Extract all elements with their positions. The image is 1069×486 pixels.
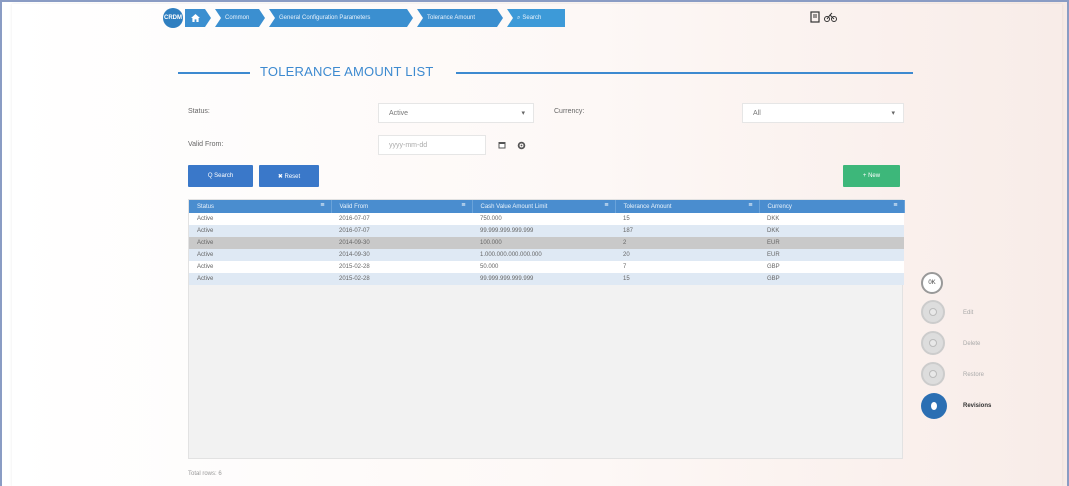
new-button[interactable]: + New [843, 165, 900, 187]
cell-tolerance: 15 [615, 213, 759, 225]
step-restore-label: Restore [963, 372, 985, 378]
title-divider-left [178, 72, 250, 74]
circle-icon [929, 339, 937, 347]
cell-limit: 750.000 [472, 213, 615, 225]
reset-button[interactable]: ✖ Reset [259, 165, 319, 187]
currency-select[interactable]: All ▾ [742, 103, 904, 123]
cell-status: Active [189, 237, 331, 249]
logo-badge[interactable]: CRDM [163, 8, 183, 28]
title-divider-right [456, 72, 913, 74]
step-edit-label: Edit [963, 310, 974, 316]
document-icon[interactable] [810, 11, 821, 23]
cell-currency: DKK [759, 213, 904, 225]
table-row[interactable]: Active 2016-07-07 99.999.999.999.999 187… [189, 225, 904, 237]
sort-icon[interactable]: ≡ [320, 202, 324, 209]
step-delete-label: Delete [963, 341, 981, 347]
calendar-icon[interactable] [495, 138, 509, 152]
cell-currency: EUR [759, 237, 904, 249]
cell-status: Active [189, 213, 331, 225]
circle-icon [929, 308, 937, 316]
table-header-row: Status ≡ Valid From ≡ Cash Value Amount Li… [189, 200, 905, 213]
chevron-down-icon: ▾ [521, 110, 525, 117]
results-table-container: Status ≡ Valid From ≡ Cash Value Amount Li… [188, 199, 905, 459]
status-label: Status: [188, 108, 210, 115]
valid-from-label: Valid From: [188, 141, 224, 148]
total-rows-text: Total rows: 6 [188, 471, 222, 477]
currency-label: Currency: [554, 108, 585, 115]
step-restore-button[interactable] [921, 362, 945, 386]
sort-icon[interactable]: ≡ [893, 202, 897, 209]
column-header-valid-from[interactable]: Valid From ≡ [331, 200, 473, 213]
breadcrumb-common[interactable]: Common [215, 9, 265, 27]
cell-tolerance: 7 [615, 261, 759, 273]
valid-from-input[interactable]: yyyy-mm-dd [378, 135, 486, 155]
cell-status: Active [189, 225, 331, 237]
cell-valid-from: 2014-09-30 [331, 237, 472, 249]
cell-currency: GBP [759, 261, 904, 273]
table-row[interactable]: Active 2015-02-28 50.000 7 GBP [189, 261, 904, 273]
cell-limit: 100.000 [472, 237, 615, 249]
cell-status: Active [189, 261, 331, 273]
cell-currency: DKK [759, 225, 904, 237]
cell-tolerance: 187 [615, 225, 759, 237]
breadcrumb-search-label: Search [522, 15, 542, 21]
breadcrumb-tolerance-amount[interactable]: Tolerance Amount [417, 9, 503, 27]
breadcrumb: CRDM Common General Configuration Parame… [163, 8, 569, 28]
results-table: Status ≡ Valid From ≡ Cash Value Amount Li… [189, 200, 905, 285]
table-row[interactable]: Active 2016-07-07 750.000 15 DKK [189, 213, 904, 225]
table-row-selected[interactable]: Active 2014-09-30 100.000 2 EUR [189, 237, 904, 249]
cell-valid-from: 2015-02-28 [331, 261, 472, 273]
step-revisions-label: Revisions [963, 403, 992, 409]
search-button[interactable]: Q Search [188, 165, 253, 187]
step-delete-button[interactable] [921, 331, 945, 355]
top-right-icons [810, 11, 837, 23]
cell-tolerance: 2 [615, 237, 759, 249]
status-select-value: Active [389, 109, 409, 117]
cell-tolerance: 15 [615, 273, 759, 285]
sort-icon[interactable]: ≡ [748, 202, 752, 209]
page-title-row: TOLERANCE AMOUNT LIST [178, 64, 913, 80]
table-row[interactable]: Active 2015-02-28 99.999.999.999.999 15 … [189, 273, 904, 285]
circle-icon [931, 402, 937, 410]
step-edit-button[interactable] [921, 300, 945, 324]
sort-icon[interactable]: ≡ [604, 202, 608, 209]
cell-tolerance: 20 [615, 249, 759, 261]
step-revisions-button[interactable] [921, 393, 947, 419]
column-header-status[interactable]: Status ≡ [189, 200, 332, 213]
column-header-cash-limit[interactable]: Cash Value Amount Limit ≡ [472, 200, 616, 213]
cell-limit: 50.000 [472, 261, 615, 273]
gear-icon[interactable] [514, 138, 528, 152]
cell-currency: GBP [759, 273, 904, 285]
circle-icon [929, 370, 937, 378]
cell-limit: 99.999.999.999.999 [472, 273, 615, 285]
step-ok-button[interactable]: 0K [921, 272, 943, 294]
cell-currency: EUR [759, 249, 904, 261]
table-row[interactable]: Active 2014-09-30 1.000.000.000.000.000 … [189, 249, 904, 261]
column-header-tolerance[interactable]: Tolerance Amount ≡ [615, 200, 760, 213]
chevron-down-icon: ▾ [891, 110, 895, 117]
cell-valid-from: 2015-02-28 [331, 273, 472, 285]
breadcrumb-search[interactable]: ⌕ Search [507, 9, 565, 27]
cell-limit: 99.999.999.999.999 [472, 225, 615, 237]
column-header-currency[interactable]: Currency ≡ [759, 200, 905, 213]
breadcrumb-general-config[interactable]: General Configuration Parameters [269, 9, 413, 27]
cell-valid-from: 2016-07-07 [331, 213, 472, 225]
cell-valid-from: 2014-09-30 [331, 249, 472, 261]
page-title: TOLERANCE AMOUNT LIST [260, 64, 434, 79]
cell-limit: 1.000.000.000.000.000 [472, 249, 615, 261]
valid-from-placeholder: yyyy-mm-dd [389, 141, 428, 149]
search-icon: ⌕ [517, 14, 521, 21]
breadcrumb-home[interactable] [185, 9, 211, 27]
bicycle-icon[interactable] [824, 11, 837, 23]
sort-icon[interactable]: ≡ [461, 202, 465, 209]
status-select[interactable]: Active ▾ [378, 103, 534, 123]
cell-status: Active [189, 249, 331, 261]
currency-select-value: All [753, 109, 761, 117]
cell-valid-from: 2016-07-07 [331, 225, 472, 237]
home-icon [191, 14, 200, 22]
cell-status: Active [189, 273, 331, 285]
